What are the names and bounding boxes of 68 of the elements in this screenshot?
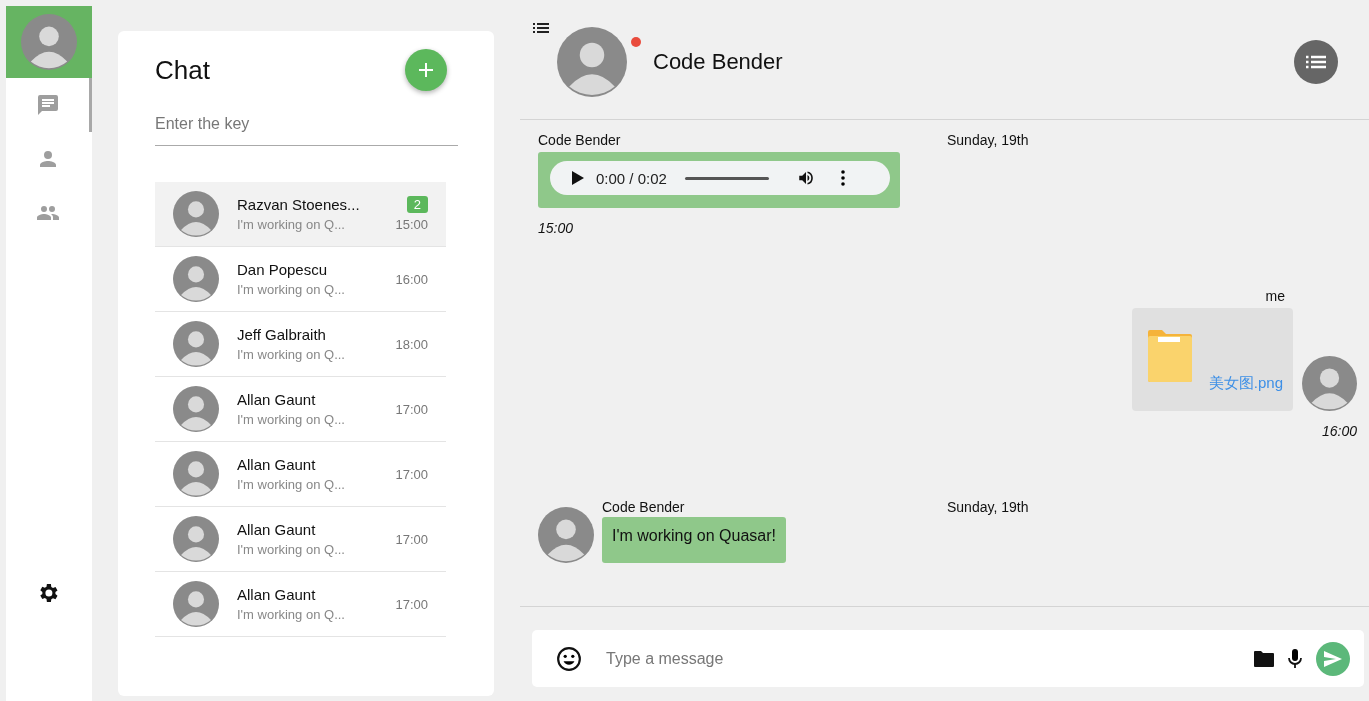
menu-button[interactable]: [1294, 40, 1338, 84]
message-time: 18:00: [395, 336, 428, 352]
message-date: Sunday, 19th: [947, 499, 1029, 515]
conversation-item[interactable]: Allan Gaunt I'm working on Q... 17:00: [155, 507, 446, 572]
message-time: 17:00: [395, 596, 428, 612]
message-time: 17:00: [395, 531, 428, 547]
conversation-item[interactable]: Allan Gaunt I'm working on Q... 17:00: [155, 572, 446, 637]
contact-name: Allan Gaunt: [237, 586, 317, 603]
sender-name: me: [1265, 288, 1285, 304]
message-time: 16:00: [1321, 423, 1357, 439]
conversation-item[interactable]: Dan Popescu I'm working on Q... 16:00: [155, 247, 446, 312]
message-time: 17:00: [395, 466, 428, 482]
send-icon: [1324, 650, 1342, 667]
conversation-item[interactable]: Jeff Galbraith I'm working on Q... 18:00: [155, 312, 446, 377]
message-time: 17:00: [395, 401, 428, 417]
list-icon[interactable]: [533, 22, 549, 34]
message-time: 15:00: [395, 217, 428, 232]
avatar-icon: [21, 14, 77, 70]
contact-name: Jeff Galbraith: [237, 326, 327, 343]
profile-tile[interactable]: [6, 6, 92, 78]
message-preview: I'm working on Q...: [237, 477, 346, 492]
chat-icon: [35, 93, 60, 117]
microphone-icon[interactable]: [1288, 648, 1302, 669]
message-time: 16:00: [395, 271, 428, 287]
message-preview: I'm working on Q...: [237, 282, 346, 297]
message-preview: I'm working on Q...: [237, 542, 346, 557]
unread-count: 2: [406, 196, 428, 213]
conversation-item[interactable]: Allan Gaunt I'm working on Q... 17:00: [155, 442, 446, 507]
contact-name: Allan Gaunt: [237, 521, 317, 538]
avatar-icon: [173, 256, 219, 302]
sender-name: Code Bender: [538, 132, 622, 148]
contact-name: Code Bender: [653, 49, 783, 75]
avatar-icon: [1302, 356, 1357, 411]
avatar-icon: [557, 27, 627, 97]
folder-icon: [1148, 330, 1192, 382]
conversation-item[interactable]: Razvan Stoenes... I'm working on Q... 2 15:00: [155, 182, 446, 247]
play-icon[interactable]: [572, 171, 584, 185]
sender-name: Code Bender: [602, 499, 686, 515]
avatar-icon: [538, 507, 594, 563]
emoji-icon[interactable]: [556, 645, 582, 672]
avatar-icon: [173, 321, 219, 367]
message-date: Sunday, 19th: [947, 132, 1029, 148]
list-icon: [1306, 54, 1326, 70]
message-preview: I'm working on Q...: [237, 607, 346, 622]
panel-title: Chat: [155, 54, 210, 86]
folder-icon[interactable]: [1254, 650, 1274, 667]
conversation-item[interactable]: Allan Gaunt I'm working on Q... 17:00: [155, 377, 446, 442]
playback-time: 0:00 / 0:02: [596, 169, 667, 187]
plus-icon: [417, 61, 435, 79]
avatar-icon: [173, 581, 219, 627]
contact-name: Allan Gaunt: [237, 391, 317, 408]
avatar-icon: [173, 516, 219, 562]
contact-name: Razvan Stoenes...: [237, 196, 361, 213]
avatar-icon: [173, 191, 219, 237]
volume-icon[interactable]: [796, 169, 815, 187]
contact-name: Allan Gaunt: [237, 456, 317, 473]
message-preview: I'm working on Q...: [237, 217, 346, 232]
progress-track[interactable]: [684, 176, 769, 180]
message-time: 15:00: [538, 220, 575, 236]
audio-player[interactable]: 0:00 / 0:02: [550, 161, 890, 195]
contact-name: Dan Popescu: [237, 261, 329, 278]
message-preview: I'm working on Q...: [237, 347, 346, 362]
message-preview: I'm working on Q...: [237, 412, 346, 427]
message-bubble: I'm working on Quasar!: [602, 517, 786, 563]
avatar-icon: [173, 451, 219, 497]
more-icon[interactable]: [840, 170, 845, 186]
avatar-icon: [173, 386, 219, 432]
message-field[interactable]: Type a message: [532, 630, 1364, 687]
